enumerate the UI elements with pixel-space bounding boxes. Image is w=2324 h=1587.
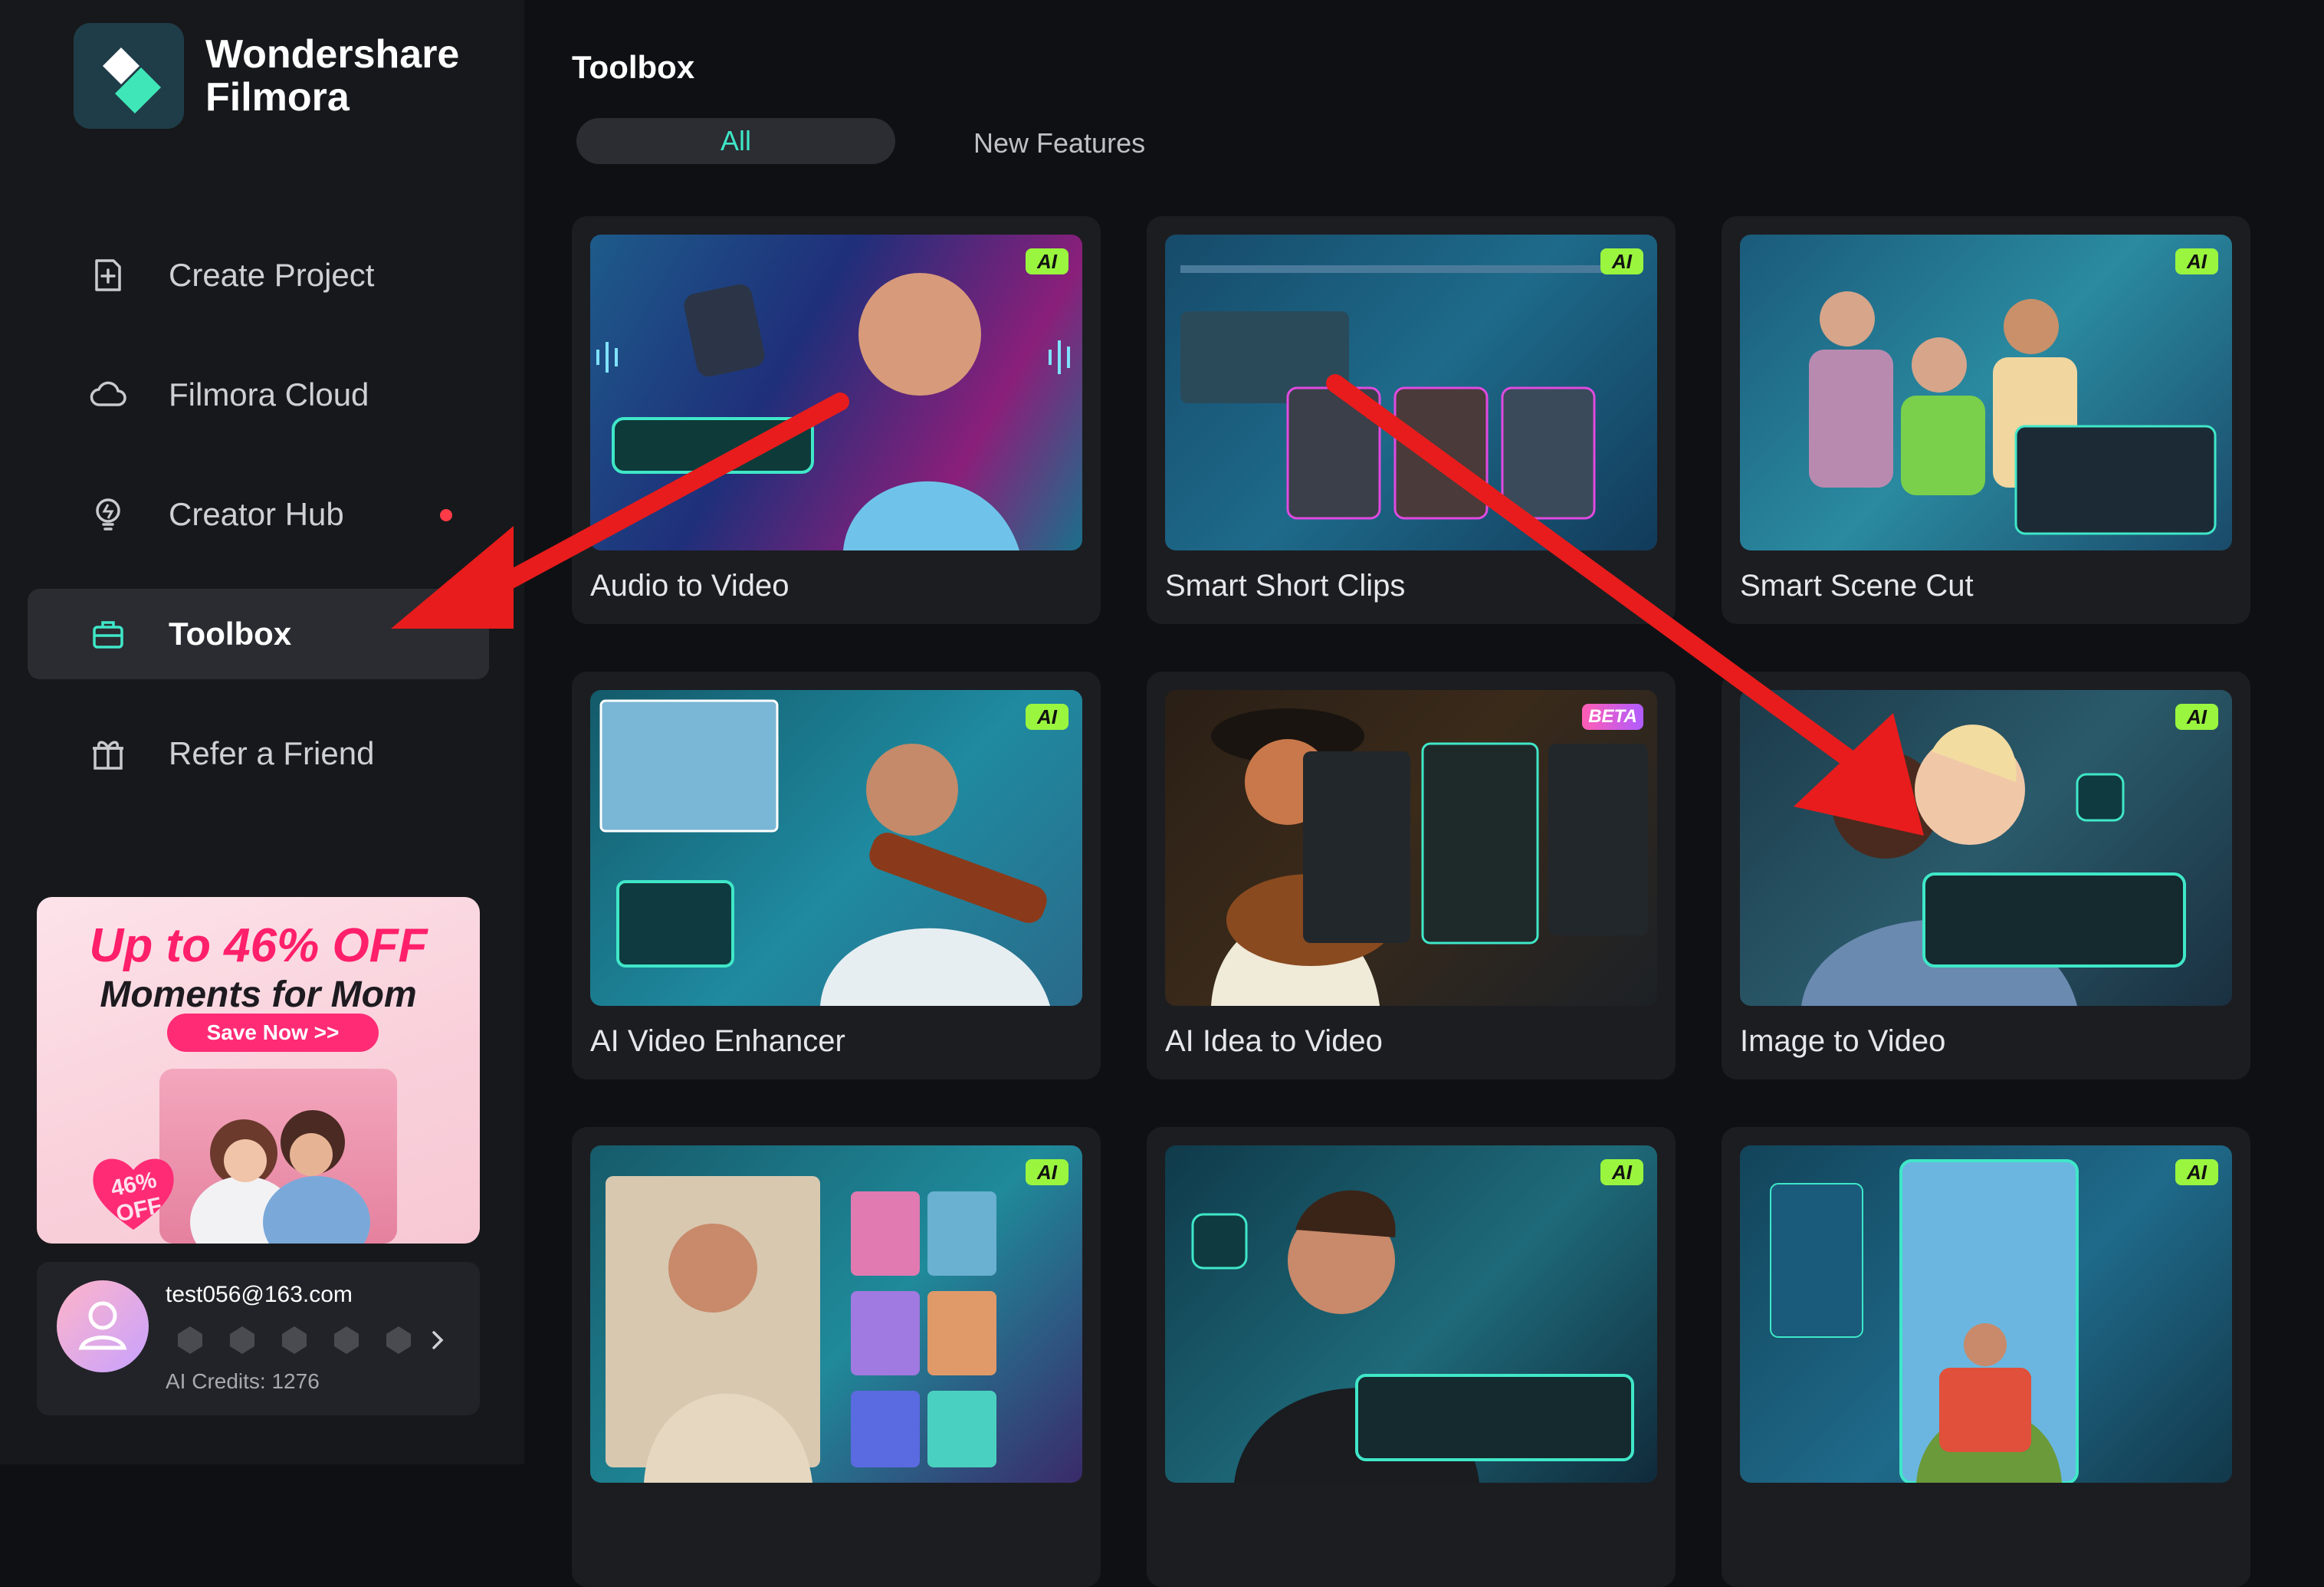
tool-card-audio-to-video[interactable]: AI Audio to Video xyxy=(572,216,1101,624)
achievement-badges xyxy=(173,1323,434,1357)
tool-card-label: Audio to Video xyxy=(590,569,789,603)
tool-card-label: AI Idea to Video xyxy=(1165,1024,1383,1058)
tool-thumbnail xyxy=(590,235,1082,550)
tool-thumbnail xyxy=(590,690,1082,1006)
tool-card-smart-scene-cut[interactable]: AI Smart Scene Cut xyxy=(1722,216,2250,624)
ai-badge: AI xyxy=(1600,248,1643,274)
tool-thumbnail xyxy=(1740,1145,2232,1483)
app-logo: Wondershare Filmora xyxy=(74,23,459,129)
tool-card-label: AI Video Enhancer xyxy=(590,1024,845,1058)
tool-card-ai-idea-to-video[interactable]: BETA AI Idea to Video xyxy=(1147,672,1676,1079)
tool-card-smart-short-clips[interactable]: AI Smart Short Clips xyxy=(1147,216,1676,624)
ai-badge: AI xyxy=(1026,704,1068,730)
tab-all[interactable]: All xyxy=(576,118,895,164)
tool-card-image-to-video[interactable]: AI Image to Video xyxy=(1722,672,2250,1079)
cloud-icon xyxy=(90,381,126,406)
chevron-right-icon[interactable] xyxy=(426,1325,451,1355)
tool-thumbnail xyxy=(1740,235,2232,550)
account-panel[interactable]: test056@163.com AI Credits: 1276 xyxy=(37,1262,480,1415)
filmora-logo-icon xyxy=(74,23,184,129)
promo-title: Up to 46% OFF xyxy=(89,919,428,972)
tool-card-7[interactable]: AI xyxy=(572,1127,1101,1587)
tool-card-label: Image to Video xyxy=(1740,1024,1946,1058)
sidebar: Wondershare Filmora Create Project Filmo… xyxy=(0,0,524,1464)
promo-save-button[interactable]: Save Now >> xyxy=(167,1014,379,1052)
promo-banner[interactable]: Up to 46% OFF Moments for Mom Save Now >… xyxy=(37,897,480,1244)
sidebar-item-label: Toolbox xyxy=(169,616,292,652)
tool-card-8[interactable]: AI xyxy=(1147,1127,1676,1587)
tool-thumbnail xyxy=(1165,235,1657,550)
sidebar-item-filmora-cloud[interactable]: Filmora Cloud xyxy=(28,350,489,440)
beta-badge: BETA xyxy=(1582,704,1643,730)
app-name-line2: Filmora xyxy=(205,75,350,120)
tool-thumbnail xyxy=(1165,1145,1657,1483)
ai-badge: AI xyxy=(1026,1159,1068,1185)
app-name-line1: Wondershare xyxy=(205,32,460,77)
sidebar-item-label: Filmora Cloud xyxy=(169,376,369,412)
avatar[interactable] xyxy=(57,1280,149,1372)
ai-badge: AI xyxy=(1600,1159,1643,1185)
plus-square-icon xyxy=(95,259,121,291)
gift-icon xyxy=(93,741,123,770)
sidebar-item-create-project[interactable]: Create Project xyxy=(28,230,489,320)
sidebar-item-refer-a-friend[interactable]: Refer a Friend xyxy=(28,708,489,799)
sidebar-item-label: Creator Hub xyxy=(169,496,344,532)
sidebar-nav: Create Project Filmora Cloud Creator Hub… xyxy=(28,230,489,828)
sidebar-item-label: Create Project xyxy=(169,257,375,293)
badge-icon xyxy=(230,1326,254,1354)
tool-thumbnail xyxy=(1740,690,2232,1006)
ai-credits: AI Credits: 1276 xyxy=(166,1369,320,1393)
notification-dot xyxy=(440,509,452,521)
tab-new-features[interactable]: New Features xyxy=(973,127,1145,159)
promo-subtitle: Moments for Mom xyxy=(100,974,417,1015)
bulb-icon xyxy=(96,498,120,531)
promo-image xyxy=(159,1069,397,1244)
tool-card-label: Smart Scene Cut xyxy=(1740,569,1974,603)
tool-card-label: Smart Short Clips xyxy=(1165,569,1406,603)
badge-icon xyxy=(386,1326,411,1354)
tool-card-9[interactable]: AI xyxy=(1722,1127,2250,1587)
badge-icon xyxy=(178,1326,202,1354)
sidebar-item-creator-hub[interactable]: Creator Hub xyxy=(28,469,489,560)
ai-badge: AI xyxy=(1026,248,1068,274)
badge-icon xyxy=(282,1326,307,1354)
ai-badge: AI xyxy=(2175,1159,2218,1185)
sidebar-item-toolbox[interactable]: Toolbox xyxy=(28,589,489,679)
ai-badge: AI xyxy=(2175,248,2218,274)
badge-icon xyxy=(334,1326,359,1354)
page-title: Toolbox xyxy=(572,49,695,85)
tool-thumbnail xyxy=(1165,690,1657,1006)
account-email: test056@163.com xyxy=(166,1282,353,1307)
main-content: Toolbox All New Features AI Audio to Vid… xyxy=(524,0,2324,1587)
toolbox-icon xyxy=(93,621,123,649)
ai-badge: AI xyxy=(2175,704,2218,730)
sidebar-item-label: Refer a Friend xyxy=(169,735,375,771)
tool-card-ai-video-enhancer[interactable]: AI AI Video Enhancer xyxy=(572,672,1101,1079)
tool-thumbnail xyxy=(590,1145,1082,1483)
